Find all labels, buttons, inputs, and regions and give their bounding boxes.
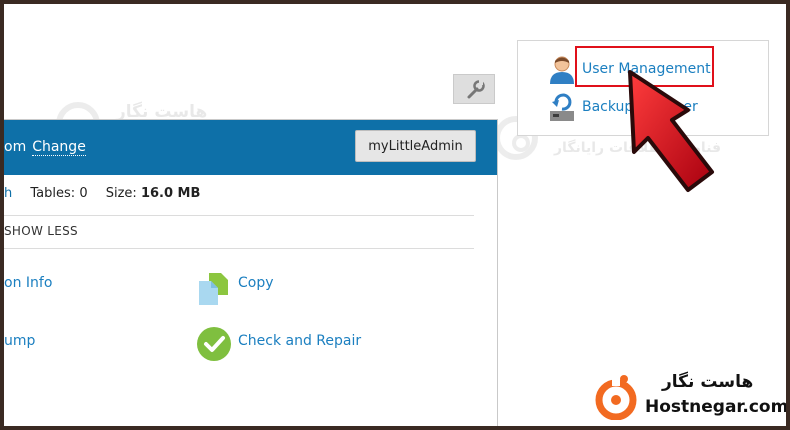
brand-name-fa: هاست نگار xyxy=(662,372,754,392)
database-header: om Change myLittleAdmin xyxy=(4,120,497,175)
hostnegar-logo xyxy=(595,375,637,420)
check-and-repair-link[interactable]: Check and Repair xyxy=(238,333,361,349)
user-icon xyxy=(550,56,574,84)
database-panel: om Change myLittleAdmin h Tables: 0 Size:… xyxy=(4,119,498,426)
copy-icon xyxy=(199,273,228,305)
pointer-arrow xyxy=(628,70,714,192)
tables-label: Tables: xyxy=(30,186,76,201)
mylittleadmin-button[interactable]: myLittleAdmin xyxy=(355,130,476,162)
divider xyxy=(4,215,474,216)
screenshot-canvas: هاست نگار فناوری اطلاعات رایانگار هاست ن… xyxy=(4,4,786,426)
change-link[interactable]: Change xyxy=(32,139,86,156)
refresh-link[interactable]: h xyxy=(4,186,12,201)
database-header-text: om Change xyxy=(4,139,86,156)
size-label: Size: xyxy=(105,186,137,201)
tables-value: 0 xyxy=(79,186,88,201)
show-less-toggle[interactable]: SHOW LESS xyxy=(4,224,78,238)
settings-wrench-button[interactable] xyxy=(453,74,495,104)
backup-restore-icon xyxy=(550,93,574,121)
dump-link[interactable]: ump xyxy=(4,333,35,349)
copy-link[interactable]: Copy xyxy=(238,275,274,291)
brand-name-en: Hostnegar.com xyxy=(645,397,786,417)
header-prefix: om xyxy=(4,139,27,155)
database-stats: h Tables: 0 Size: 16.0 MB xyxy=(4,186,200,201)
divider xyxy=(4,248,474,249)
wrench-icon xyxy=(467,80,485,99)
check-circle-icon xyxy=(197,327,231,361)
size-value: 16.0 MB xyxy=(140,186,201,201)
connection-info-link[interactable]: on Info xyxy=(4,275,52,291)
